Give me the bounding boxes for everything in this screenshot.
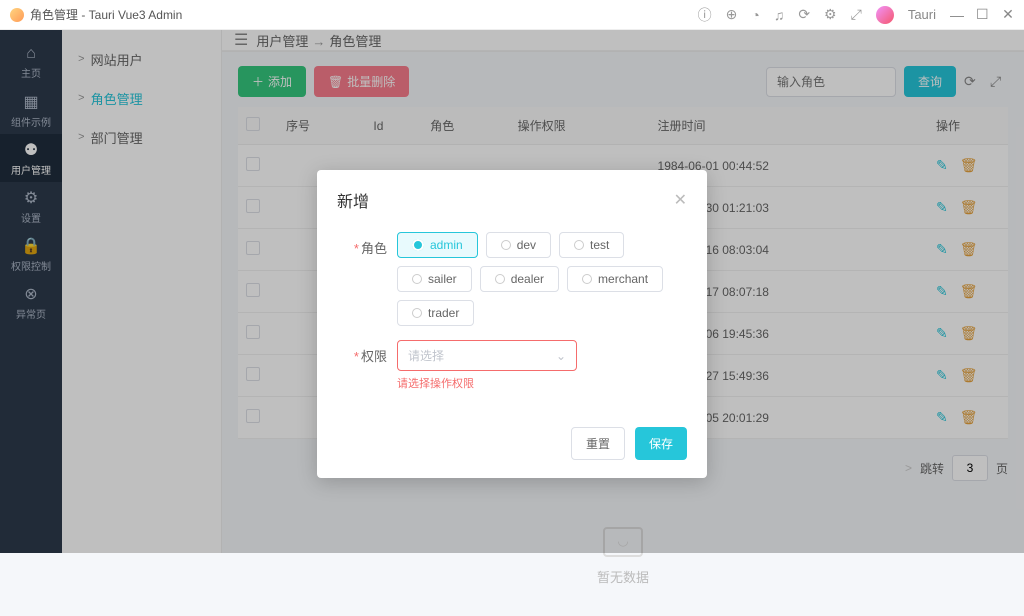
bell-icon[interactable]: ♫ bbox=[774, 7, 785, 23]
save-button[interactable]: 保存 bbox=[635, 427, 687, 460]
window-titlebar: 角色管理 - Tauri Vue3 Admin ⓘ ⊕ ◔ ♫ ⟳ ⚙ ⤢ Ta… bbox=[0, 0, 1024, 30]
radio-dot-icon bbox=[412, 274, 422, 284]
add-role-dialog: 新增 ✕ 角色 admin devtest sailer dealer merchant… bbox=[317, 170, 707, 478]
radio-dot-icon bbox=[574, 240, 584, 250]
close-icon[interactable]: ✕ bbox=[674, 190, 687, 210]
radio-dot-icon bbox=[412, 239, 424, 251]
role-radio-test[interactable]: test bbox=[559, 232, 624, 258]
perm-error: 请选择操作权限 bbox=[397, 375, 683, 391]
reset-button[interactable]: 重置 bbox=[571, 427, 625, 460]
chevron-down-icon: ⌄ bbox=[556, 349, 566, 363]
clock-icon[interactable]: ◔ bbox=[751, 7, 759, 23]
radio-dot-icon bbox=[495, 274, 505, 284]
dialog-title: 新增 bbox=[337, 188, 369, 212]
role-label: 角色 bbox=[341, 232, 397, 257]
radio-dot-icon bbox=[501, 240, 511, 250]
radio-dot-icon bbox=[412, 308, 422, 318]
window-close[interactable]: ✕ bbox=[1002, 6, 1014, 23]
app-logo-icon bbox=[10, 8, 24, 22]
permission-select[interactable]: 请选择 ⌄ bbox=[397, 340, 577, 371]
avatar[interactable] bbox=[876, 6, 894, 24]
radio-dot-icon bbox=[582, 274, 592, 284]
settings-icon[interactable]: ⚙ bbox=[824, 6, 837, 23]
role-radio-dev[interactable]: dev bbox=[486, 232, 551, 258]
role-radio-sailer[interactable]: sailer bbox=[397, 266, 472, 292]
window-title: 角色管理 - Tauri Vue3 Admin bbox=[30, 6, 182, 23]
window-maximize[interactable]: ☐ bbox=[976, 6, 988, 23]
modal-overlay[interactable]: 新增 ✕ 角色 admin devtest sailer dealer merchant… bbox=[0, 30, 1024, 553]
role-radio-trader[interactable]: trader bbox=[397, 300, 474, 326]
user-name: Tauri bbox=[908, 7, 936, 22]
expand-icon[interactable]: ⤢ bbox=[851, 6, 862, 23]
role-radio-dealer[interactable]: dealer bbox=[480, 266, 559, 292]
role-radio-merchant[interactable]: merchant bbox=[567, 266, 663, 292]
perm-label: 权限 bbox=[341, 340, 397, 365]
role-radio-admin[interactable]: admin bbox=[397, 232, 478, 258]
globe-icon[interactable]: ⊕ bbox=[726, 6, 738, 23]
refresh-icon[interactable]: ⟳ bbox=[798, 6, 810, 23]
role-radio-group: admin devtest sailer dealer merchant trader bbox=[397, 232, 683, 326]
info-icon[interactable]: ⓘ bbox=[698, 5, 712, 25]
window-minimize[interactable]: — bbox=[950, 7, 962, 23]
